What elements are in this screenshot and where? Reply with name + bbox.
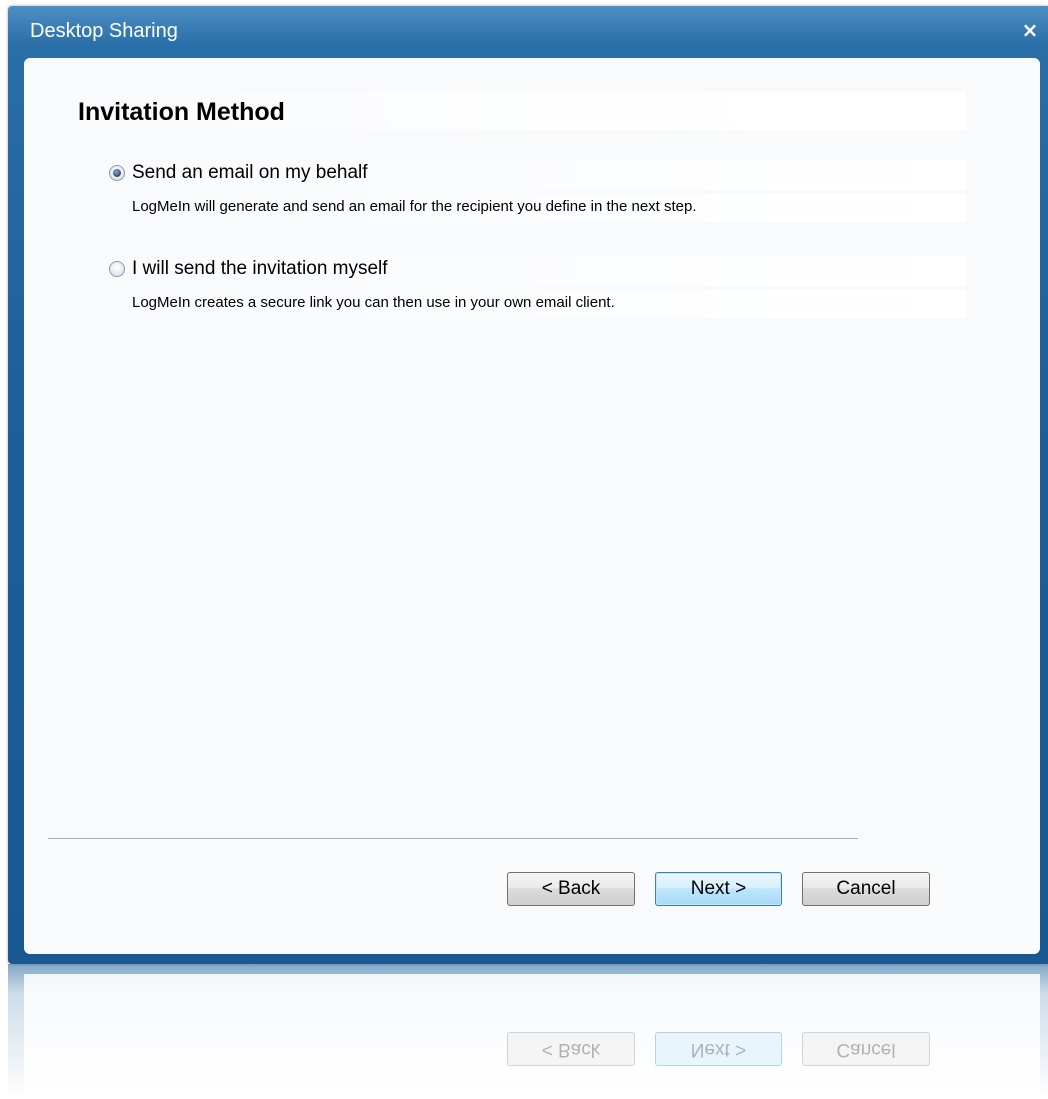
page-title: Invitation Method (78, 98, 285, 126)
close-icon[interactable]: × (1018, 18, 1042, 42)
dialog-window: Desktop Sharing × Invitation Method Send… (8, 6, 1048, 964)
option-label[interactable]: Send an email on my behalf (132, 162, 368, 184)
next-button-reflection: Next > (655, 1032, 782, 1066)
dialog-content: Invitation Method Send an email on my be… (24, 58, 1040, 954)
cancel-button-reflection: Cancel (802, 1032, 930, 1066)
option-send-myself: I will send the invitation myself LogMeI… (106, 256, 966, 318)
radio-checked-icon[interactable] (109, 165, 125, 181)
next-button[interactable]: Next > (655, 872, 782, 906)
radio-option-send-myself[interactable]: I will send the invitation myself (106, 256, 966, 286)
back-button[interactable]: < Back (507, 872, 635, 906)
option-description-row: LogMeIn creates a secure link you can th… (106, 290, 966, 318)
back-button-reflection: < Back (507, 1032, 635, 1066)
window-reflection: < Back Next > Cancel (8, 964, 1048, 1099)
divider (48, 838, 858, 839)
window-title: Desktop Sharing (30, 20, 178, 42)
option-description: LogMeIn creates a secure link you can th… (132, 294, 615, 311)
radio-option-send-email[interactable]: Send an email on my behalf (106, 160, 966, 190)
option-description: LogMeIn will generate and send an email … (132, 198, 697, 215)
option-send-email: Send an email on my behalf LogMeIn will … (106, 160, 966, 222)
reflection-content: < Back Next > Cancel (24, 974, 1040, 1099)
radio-unchecked-icon[interactable] (109, 261, 125, 277)
cancel-button[interactable]: Cancel (802, 872, 930, 906)
title-bar[interactable]: Desktop Sharing × (8, 6, 1048, 58)
option-label[interactable]: I will send the invitation myself (132, 258, 388, 280)
option-description-row: LogMeIn will generate and send an email … (106, 194, 966, 222)
